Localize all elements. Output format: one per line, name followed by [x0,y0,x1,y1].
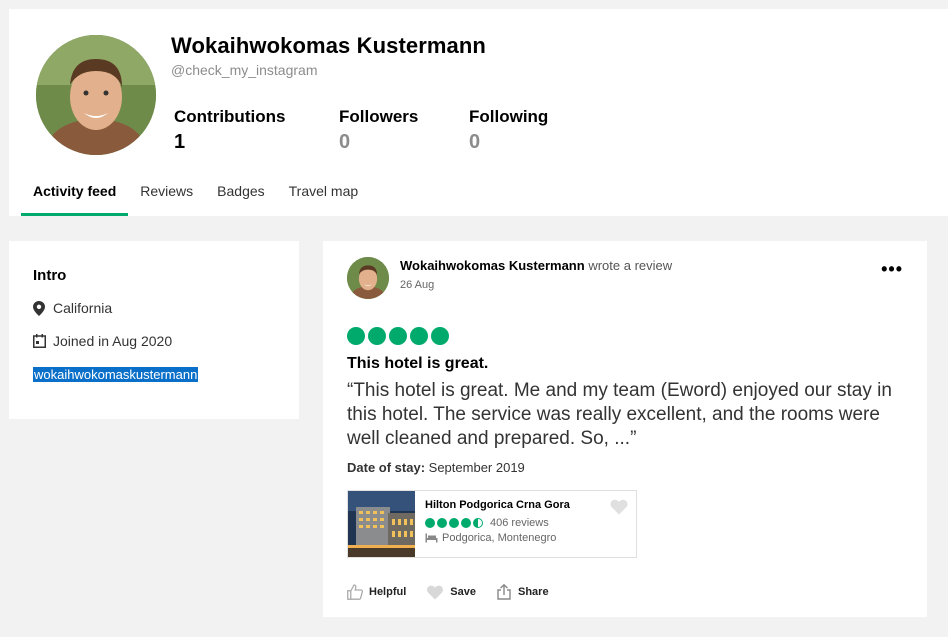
share-icon [497,584,511,600]
rating-bubble-icon [389,327,407,345]
hotel-name[interactable]: Hilton Podgorica Crna Gora [425,499,626,511]
review-author[interactable]: Wokaihwokomas Kustermann [400,258,585,273]
hotel-info: Hilton Podgorica Crna Gora 406 reviews P… [415,491,636,557]
intro-location-text: California [53,300,113,316]
stat-label: Followers [339,107,419,126]
profile-handle: @check_my_instagram [171,62,318,78]
date-of-stay: Date of stay: September 2019 [347,460,525,475]
intro-joined-text: Joined in Aug 2020 [53,333,173,349]
date-of-stay-value: September 2019 [428,460,525,475]
hotel-rating: 406 reviews [425,517,626,529]
hotel-location-text: Podgorica, Montenegro [442,532,557,544]
tab-travel-map[interactable]: Travel map [277,175,371,216]
rating-bubble-icon [437,518,447,528]
profile-header: Wokaihwokomas Kustermann @check_my_insta… [9,9,948,216]
thumbs-up-icon [347,584,363,600]
profile-name: Wokaihwokomas Kustermann [171,33,486,58]
rating-bubble-icon [449,518,459,528]
review-header: Wokaihwokomas Kustermann wrote a review [400,258,672,273]
rating-bubble-icon [410,327,428,345]
review-date: 26 Aug [400,279,435,291]
share-button[interactable]: Share [496,584,549,600]
review-action: wrote a review [588,258,673,273]
rating-bubble-icon [347,327,365,345]
rating-bubble-icon [431,327,449,345]
rating-half-bubble-icon [473,518,483,528]
review-rating [347,327,449,345]
stat-value: 0 [469,131,481,153]
date-of-stay-label: Date of stay: [347,460,426,475]
helpful-label: Helpful [369,586,407,598]
location-pin-icon [33,300,47,316]
stat-label: Contributions [174,107,286,126]
stat-value: 1 [174,131,186,153]
stat-followers[interactable]: Followers 0 [339,107,418,154]
hotel-location: Podgorica, Montenegro [425,532,626,544]
hotel-photo[interactable] [348,491,415,557]
avatar[interactable] [36,35,156,155]
intro-title: Intro [33,267,67,284]
profile-tabs: Activity feed Reviews Badges Travel map [9,175,370,216]
helpful-button[interactable]: Helpful [347,584,406,600]
calendar-icon [33,334,47,348]
heart-icon [427,585,444,600]
stat-label: Following [469,107,549,126]
intro-website-link[interactable]: wokaihwokomaskustermann [33,367,199,382]
intro-location: California [33,300,275,316]
more-options-button[interactable]: ••• [881,259,903,280]
rating-bubble-icon [461,518,471,528]
save-button[interactable]: Save [426,584,476,600]
stat-contributions[interactable]: Contributions 1 [174,107,285,154]
tab-activity-feed[interactable]: Activity feed [21,175,129,216]
review-actions: Helpful Save Share [347,584,549,600]
save-label: Save [450,586,476,598]
review-avatar[interactable] [347,257,389,299]
heart-icon[interactable] [610,499,628,517]
stat-value: 0 [339,131,351,153]
tab-badges[interactable]: Badges [205,175,276,216]
intro-joined: Joined in Aug 2020 [33,333,275,349]
review-card: Wokaihwokomas Kustermann wrote a review … [323,241,927,617]
tab-reviews[interactable]: Reviews [128,175,205,216]
bed-icon [425,533,438,543]
stat-following[interactable]: Following 0 [469,107,548,154]
share-label: Share [517,586,549,598]
rating-bubble-icon [368,327,386,345]
review-title[interactable]: This hotel is great. [347,355,488,373]
rating-bubble-icon [425,518,435,528]
review-body[interactable]: “This hotel is great. Me and my team (Ew… [347,379,907,451]
intro-card: Intro California Joined in Aug 2020 woka… [9,241,299,419]
hotel-review-count[interactable]: 406 reviews [490,517,549,529]
hotel-card[interactable]: Hilton Podgorica Crna Gora 406 reviews P… [347,490,637,558]
